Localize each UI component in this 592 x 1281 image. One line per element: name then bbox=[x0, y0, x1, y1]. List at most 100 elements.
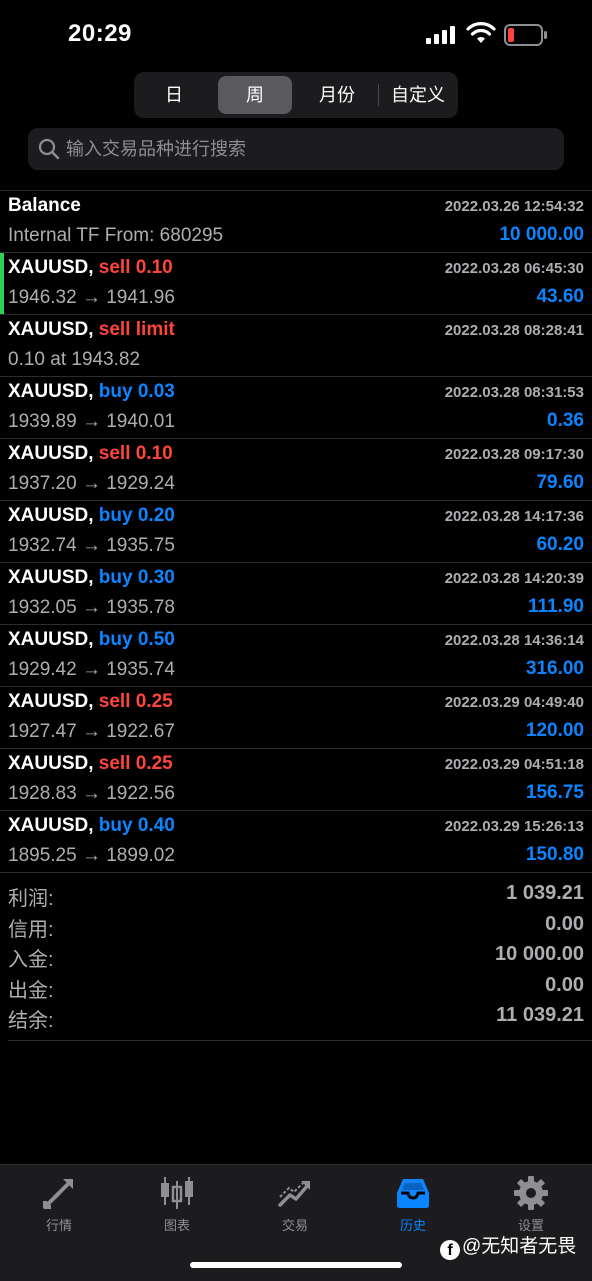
deal-detail: 1895.25 → 1899.02 bbox=[8, 845, 175, 866]
deal-side: buy 0.20 bbox=[98, 505, 175, 526]
deal-side: buy 0.30 bbox=[98, 567, 175, 588]
wifi-icon bbox=[466, 22, 496, 43]
deal-amount: 43.60 bbox=[536, 286, 584, 307]
social-logo-icon: f bbox=[440, 1240, 460, 1260]
home-indicator[interactable] bbox=[190, 1262, 402, 1268]
deal-side: buy 0.40 bbox=[98, 815, 175, 836]
summary-row-deposit: 入金: 10 000.00 bbox=[0, 941, 592, 972]
summary-row-balance: 结余: 11 039.21 bbox=[0, 1002, 592, 1033]
deal-time: 2022.03.28 14:20:39 bbox=[444, 570, 584, 587]
deal-detail: 1946.32 → 1941.96 bbox=[8, 287, 175, 308]
deal-row[interactable]: XAUUSD, sell limit 0.10 at 1943.82 2022.… bbox=[0, 315, 592, 377]
summary-divider bbox=[8, 1040, 592, 1041]
deal-row[interactable]: XAUUSD, buy 0.30 1932.05 → 1935.78 2022.… bbox=[0, 563, 592, 625]
deal-time: 2022.03.28 08:28:41 bbox=[444, 322, 584, 339]
tab-quotes[interactable]: 行情 bbox=[0, 1165, 118, 1235]
deal-side: sell 0.25 bbox=[98, 691, 173, 712]
summary-label: 出金: bbox=[8, 979, 54, 1002]
search-icon bbox=[38, 138, 60, 160]
deal-time: 2022.03.29 04:51:18 bbox=[444, 756, 584, 773]
deal-symbol: XAUUSD, bbox=[8, 753, 94, 774]
deal-row-balance[interactable]: Balance Internal TF From: 680295 2022.03… bbox=[0, 191, 592, 253]
trade-trend-icon bbox=[278, 1181, 310, 1207]
tab-label: 交易 bbox=[281, 1218, 308, 1233]
deal-symbol: XAUUSD, bbox=[8, 629, 94, 650]
search-placeholder: 输入交易品种进行搜索 bbox=[66, 139, 246, 159]
deal-amount: 0.36 bbox=[547, 410, 584, 431]
deal-amount: 10 000.00 bbox=[499, 224, 584, 245]
period-segmented-control: 日 周 月份 自定义 bbox=[134, 72, 458, 118]
period-tab-week[interactable]: 周 bbox=[218, 76, 292, 114]
deal-row[interactable]: XAUUSD, sell 0.10 1937.20 → 1929.24 2022… bbox=[0, 439, 592, 501]
deal-row[interactable]: XAUUSD, buy 0.50 1929.42 → 1935.74 2022.… bbox=[0, 625, 592, 687]
watermark-text: @无知者无畏 bbox=[462, 1236, 577, 1257]
summary-value: 10 000.00 bbox=[495, 943, 584, 966]
candlestick-chart-icon bbox=[161, 1177, 193, 1209]
watermark: f @无知者无畏 bbox=[440, 1234, 576, 1260]
period-tab-custom[interactable]: 自定义 bbox=[380, 76, 456, 114]
status-bar: 20:29 bbox=[0, 0, 592, 70]
deal-row[interactable]: XAUUSD, sell 0.25 1927.47 → 1922.67 2022… bbox=[0, 687, 592, 749]
quotes-arrows-icon bbox=[43, 1179, 73, 1209]
deal-amount: 316.00 bbox=[525, 658, 584, 679]
deal-time: 2022.03.28 06:45:30 bbox=[444, 260, 584, 277]
deal-detail: 1928.83 → 1922.56 bbox=[8, 783, 175, 804]
tab-trade[interactable]: 交易 bbox=[236, 1165, 354, 1235]
summary-label: 结余: bbox=[8, 1010, 54, 1033]
period-tab-day[interactable]: 日 bbox=[138, 76, 210, 114]
summary-label: 利润: bbox=[8, 888, 54, 910]
summary-value: 0.00 bbox=[545, 973, 584, 996]
history-deal-list: Balance Internal TF From: 680295 2022.03… bbox=[0, 191, 592, 873]
deal-amount: 156.75 bbox=[525, 782, 584, 803]
deal-amount: 150.80 bbox=[525, 844, 584, 865]
deal-row[interactable]: XAUUSD, sell 0.10 1946.32 → 1941.96 2022… bbox=[0, 253, 592, 315]
deal-amount: 120.00 bbox=[525, 720, 584, 741]
deal-side: sell 0.25 bbox=[98, 753, 173, 774]
deal-time: 2022.03.29 04:49:40 bbox=[444, 694, 584, 711]
search-input[interactable]: 输入交易品种进行搜索 bbox=[28, 128, 564, 170]
deal-symbol: XAUUSD, bbox=[8, 443, 94, 464]
summary-row-withdrawal: 出金: 0.00 bbox=[0, 972, 592, 1003]
deal-amount: 60.20 bbox=[536, 534, 584, 555]
deal-time: 2022.03.28 14:17:36 bbox=[444, 508, 584, 525]
tab-history[interactable]: 历史 bbox=[354, 1165, 472, 1235]
summary-row-credit: 信用: 0.00 bbox=[0, 911, 592, 942]
deal-detail: 1932.74 → 1935.75 bbox=[8, 535, 175, 556]
deal-detail: 1939.89 → 1940.01 bbox=[8, 411, 175, 432]
deal-detail: 1927.47 → 1922.67 bbox=[8, 721, 175, 742]
summary-value: 0.00 bbox=[545, 912, 584, 935]
summary-value: 11 039.21 bbox=[496, 1004, 584, 1027]
deal-row[interactable]: XAUUSD, buy 0.20 1932.74 → 1935.75 2022.… bbox=[0, 501, 592, 563]
tab-settings[interactable]: 设置 bbox=[472, 1165, 590, 1235]
deal-row[interactable]: XAUUSD, sell 0.25 1928.83 → 1922.56 2022… bbox=[0, 749, 592, 811]
account-summary: 利润: 1 039.21 信用: 0.00 入金: 10 000.00 出金: … bbox=[0, 880, 592, 1033]
deal-side: sell 0.10 bbox=[98, 257, 173, 278]
deal-detail: 0.10 at 1943.82 bbox=[8, 349, 141, 370]
deal-time: 2022.03.28 09:17:30 bbox=[444, 446, 584, 463]
deal-side: sell limit bbox=[98, 319, 175, 340]
deal-symbol: XAUUSD, bbox=[8, 815, 94, 836]
deal-time: 2022.03.28 08:31:53 bbox=[444, 384, 584, 401]
deal-detail: Internal TF From: 680295 bbox=[8, 225, 224, 246]
battery-low-icon bbox=[504, 24, 547, 46]
deal-symbol: XAUUSD, bbox=[8, 691, 94, 712]
deal-row[interactable]: XAUUSD, buy 0.40 1895.25 → 1899.02 2022.… bbox=[0, 811, 592, 873]
deal-time: 2022.03.29 15:26:13 bbox=[444, 818, 584, 835]
status-time: 20:29 bbox=[68, 20, 132, 47]
deal-amount: 111.90 bbox=[527, 596, 584, 617]
segment-divider bbox=[378, 84, 379, 106]
tab-chart[interactable]: 图表 bbox=[118, 1165, 236, 1235]
deal-row[interactable]: XAUUSD, buy 0.03 1939.89 → 1940.01 2022.… bbox=[0, 377, 592, 439]
deal-symbol: Balance bbox=[8, 195, 81, 216]
deal-symbol: XAUUSD, bbox=[8, 319, 94, 340]
deal-detail: 1937.20 → 1929.24 bbox=[8, 473, 175, 494]
tab-label: 行情 bbox=[45, 1218, 72, 1233]
deal-side: buy 0.50 bbox=[98, 629, 175, 650]
history-inbox-icon bbox=[397, 1179, 429, 1208]
deal-symbol: XAUUSD, bbox=[8, 381, 94, 402]
summary-label: 入金: bbox=[8, 949, 54, 972]
period-tab-month[interactable]: 月份 bbox=[298, 76, 376, 114]
deal-detail: 1929.42 → 1935.74 bbox=[8, 659, 175, 680]
tab-label: 设置 bbox=[517, 1218, 544, 1233]
deal-amount: 79.60 bbox=[536, 472, 584, 493]
